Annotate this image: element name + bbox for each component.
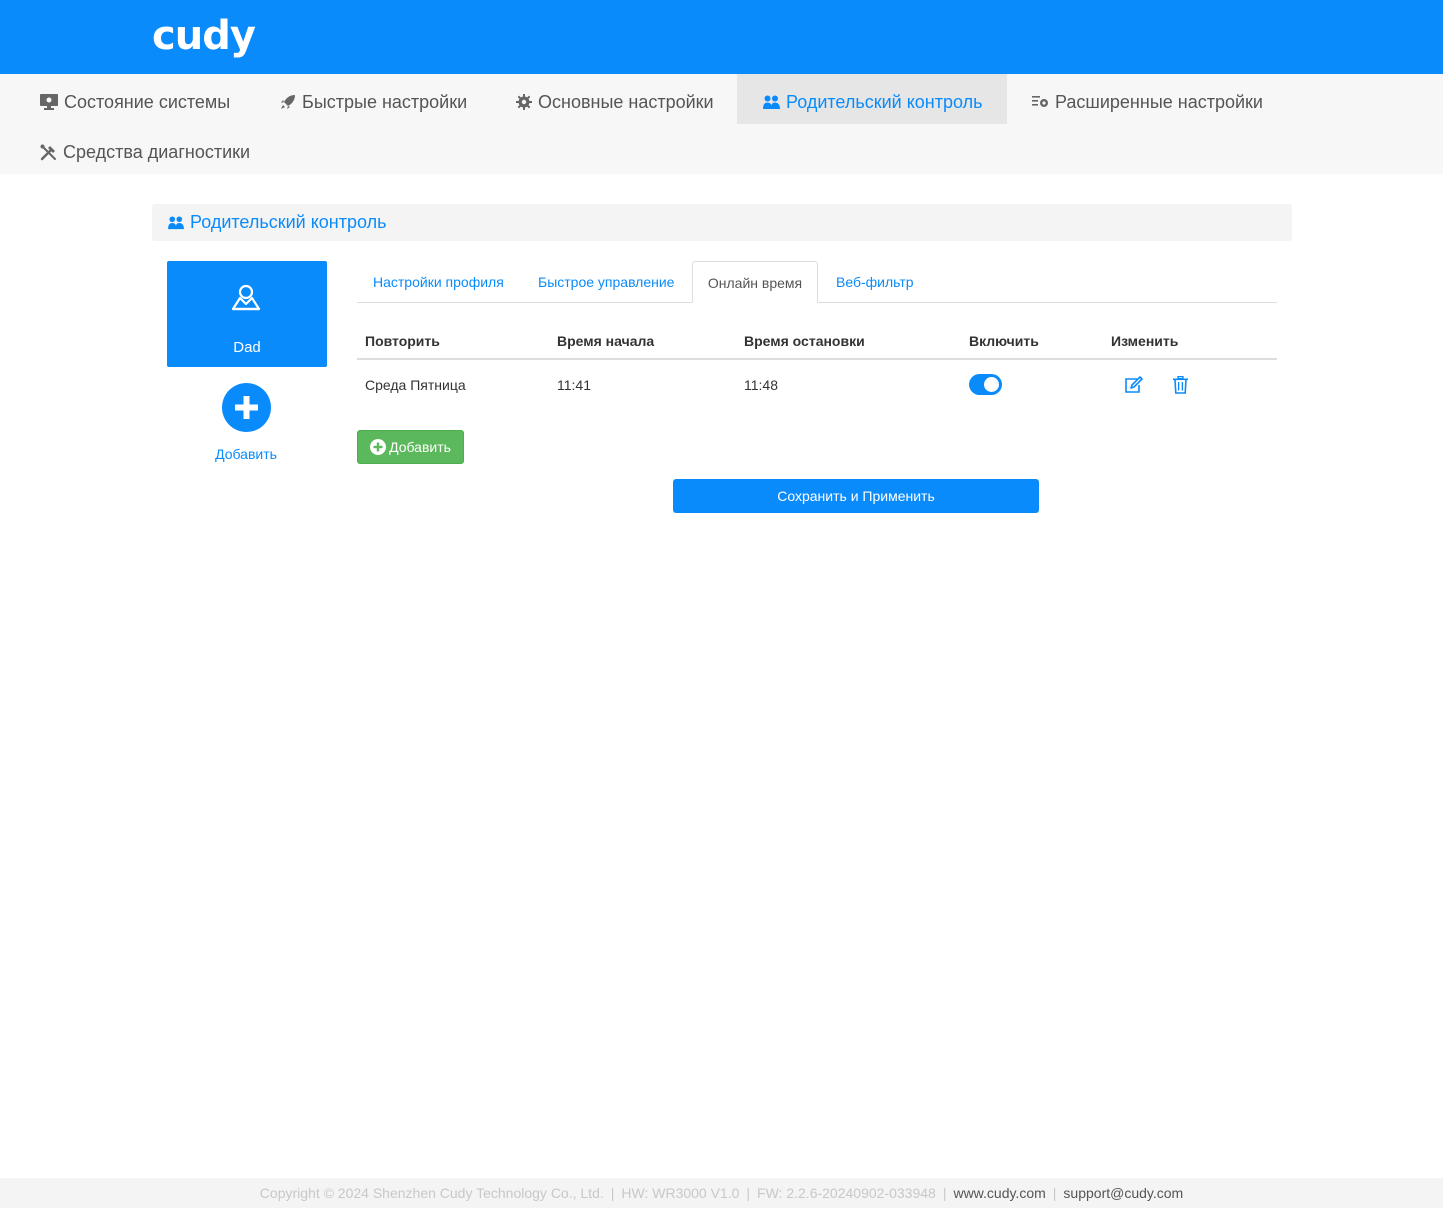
column-header-edit: Изменить — [1111, 333, 1179, 349]
nav-item-parental-control[interactable]: Родительский контроль — [737, 74, 1007, 124]
main-navigation: Состояние системы Быстрые настройки Осно… — [0, 74, 1443, 174]
add-schedule-button[interactable]: Добавить — [357, 430, 464, 464]
column-header-stop-time: Время остановки — [744, 333, 865, 349]
edit-icon — [1124, 376, 1143, 393]
add-schedule-label: Добавить — [389, 439, 451, 455]
tab-quick-control[interactable]: Быстрое управление — [522, 261, 690, 303]
tab-online-time[interactable]: Онлайн время — [692, 261, 818, 303]
section-title: Родительский контроль — [152, 204, 1292, 241]
section-title-text: Родительский контроль — [190, 212, 387, 232]
row-repeat: Среда Пятница — [365, 377, 466, 393]
toggle-knob — [984, 377, 999, 392]
profile-name: Dad — [233, 339, 261, 356]
monitor-icon — [40, 94, 58, 110]
column-header-enable: Включить — [969, 333, 1039, 349]
nav-item-label: Расширенные настройки — [1055, 91, 1263, 112]
column-header-start-time: Время начала — [557, 333, 655, 349]
row-start-time: 11:41 — [557, 377, 591, 393]
footer: Copyright © 2024 Shenzhen Cudy Technolog… — [0, 1178, 1443, 1208]
schedule-table-header: Повторить Время начала Время остановки В… — [357, 322, 1277, 360]
column-header-repeat: Повторить — [365, 333, 440, 349]
nav-item-basic-settings[interactable]: Основные настройки — [516, 77, 714, 127]
footer-copyright: Copyright © 2024 Shenzhen Cudy Technolog… — [259, 1185, 604, 1201]
add-profile-label[interactable]: Добавить — [196, 446, 296, 462]
nav-item-system-status[interactable]: Состояние системы — [40, 77, 230, 127]
edit-button[interactable] — [1122, 374, 1144, 396]
users-icon — [168, 215, 184, 229]
footer-separator: | — [610, 1185, 615, 1201]
plus-circle-icon — [370, 439, 387, 455]
rocket-icon — [281, 95, 295, 109]
footer-website-link[interactable]: www.cudy.com — [953, 1185, 1045, 1201]
save-apply-button[interactable]: Сохранить и Применить — [673, 479, 1039, 513]
footer-support-email-link[interactable]: support@cudy.com — [1063, 1185, 1183, 1201]
user-profile-icon — [231, 284, 261, 311]
trash-icon — [1172, 376, 1188, 394]
nav-item-label: Быстрые настройки — [302, 91, 468, 112]
add-profile-button[interactable] — [222, 383, 271, 432]
gear-icon — [516, 94, 532, 110]
nav-item-advanced-settings[interactable]: Расширенные настройки — [1032, 77, 1263, 127]
footer-hardware-version: HW: WR3000 V1.0 — [621, 1185, 740, 1201]
profile-tabs: Настройки профиля Быстрое управление Онл… — [357, 261, 1277, 303]
top-bar: cudy — [0, 0, 1443, 74]
tab-web-filter[interactable]: Веб-фильтр — [820, 261, 930, 303]
nav-item-diagnostics[interactable]: Средства диагностики — [40, 127, 250, 177]
delete-button[interactable] — [1169, 374, 1191, 396]
footer-firmware-version: FW: 2.2.6-20240902-033948 — [757, 1185, 936, 1201]
tab-profile-settings[interactable]: Настройки профиля — [357, 261, 520, 303]
nav-item-label: Состояние системы — [64, 91, 231, 112]
nav-item-label: Родительский контроль — [786, 91, 983, 112]
table-row: Среда Пятница 11:41 11:48 — [357, 360, 1277, 410]
nav-item-quick-setup[interactable]: Быстрые настройки — [280, 77, 467, 127]
nav-item-label: Основные настройки — [538, 91, 714, 112]
nav-item-label: Средства диагностики — [63, 141, 251, 162]
footer-separator: | — [942, 1185, 947, 1201]
profile-card-dad[interactable]: Dad — [167, 261, 327, 367]
row-stop-time: 11:48 — [744, 377, 778, 393]
users-icon — [763, 95, 780, 109]
footer-separator: | — [1052, 1185, 1057, 1201]
enable-toggle[interactable] — [969, 374, 1002, 395]
cudy-logo[interactable]: cudy — [152, 14, 256, 58]
tools-icon — [40, 144, 56, 160]
plus-icon — [235, 396, 258, 419]
footer-separator: | — [746, 1185, 751, 1201]
advanced-settings-icon — [1032, 96, 1048, 107]
